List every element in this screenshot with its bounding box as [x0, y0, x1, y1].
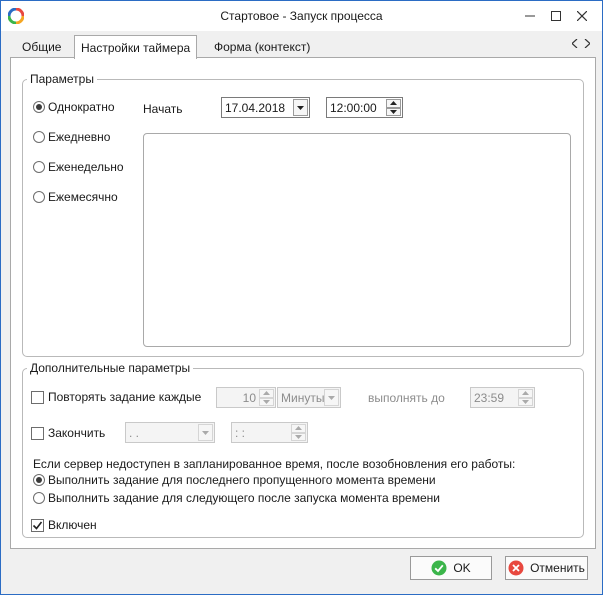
chevron-down-icon	[297, 105, 304, 110]
radio-once-label: Однократно	[48, 100, 115, 114]
run-until-value: 23:59	[474, 391, 505, 405]
schedule-details-area	[143, 133, 571, 347]
radio-last-missed[interactable]: Выполнить задание для последнего пропуще…	[33, 473, 436, 487]
radio-once-dot	[33, 101, 45, 113]
finish-date-field[interactable]: . .	[125, 422, 215, 443]
radio-once[interactable]: Однократно	[33, 100, 115, 114]
finish-label: Закончить	[48, 426, 106, 440]
finish-checkbox[interactable]: Закончить	[31, 426, 105, 440]
start-date-dropdown[interactable]	[293, 99, 308, 116]
spin-up-icon[interactable]	[291, 424, 306, 433]
finish-checkbox-box	[31, 426, 44, 440]
extra-params-group: Дополнительные параметры Повторять задан…	[22, 361, 584, 538]
run-until-field[interactable]: 23:59	[470, 387, 535, 408]
repeat-checkbox[interactable]: Повторять задание каждые	[31, 390, 201, 404]
finish-time-field[interactable]: : :	[231, 422, 308, 443]
chevron-down-icon	[328, 395, 335, 400]
close-icon	[577, 11, 587, 21]
repeat-interval-field[interactable]: 10	[216, 387, 276, 408]
radio-daily[interactable]: Ежедневно	[33, 130, 110, 144]
tab-strip: Общие Настройки таймера Форма (контекст)	[10, 35, 596, 59]
radio-next-after-start-label: Выполнить задание для следующего после з…	[48, 491, 440, 505]
finish-time-spinner[interactable]	[291, 424, 306, 441]
enabled-checkbox[interactable]: Включен	[31, 518, 97, 532]
checkmark-icon	[32, 521, 43, 530]
enabled-label: Включен	[48, 518, 97, 532]
tab-general[interactable]: Общие	[16, 37, 67, 58]
radio-weekly[interactable]: Еженедельно	[33, 160, 124, 174]
spin-up-icon[interactable]	[518, 389, 533, 398]
dialog-window: Стартовое - Запуск процесса Общие Настро…	[0, 0, 603, 595]
repeat-unit-value: Минуты	[281, 391, 325, 405]
check-circle-icon	[431, 560, 447, 576]
repeat-unit-dropdown[interactable]	[324, 389, 339, 406]
title-bar: Стартовое - Запуск процесса	[1, 1, 602, 31]
repeat-checkbox-box	[31, 390, 44, 404]
timer-settings-panel: Параметры Однократно Ежедневно Еженедель…	[10, 57, 596, 549]
repeat-label: Повторять задание каждые	[48, 390, 202, 404]
spin-down-icon[interactable]	[518, 397, 533, 406]
minimize-icon	[525, 15, 535, 17]
radio-daily-label: Ежедневно	[48, 130, 111, 144]
maximize-icon	[551, 11, 561, 21]
maximize-button[interactable]	[544, 5, 568, 27]
extra-params-legend: Дополнительные параметры	[27, 361, 194, 375]
finish-date-value: . .	[129, 426, 140, 440]
spin-down-icon[interactable]	[386, 107, 401, 116]
radio-monthly[interactable]: Ежемесячно	[33, 190, 118, 204]
start-time-spinner[interactable]	[386, 99, 401, 116]
radio-monthly-label: Ежемесячно	[48, 190, 118, 204]
cancel-button[interactable]: Отменить	[505, 556, 588, 580]
start-time-value: 12:00:00	[330, 101, 377, 115]
radio-next-after-start-dot	[33, 492, 45, 504]
radio-weekly-dot	[33, 161, 45, 173]
radio-last-missed-dot	[33, 474, 45, 486]
parameters-group: Параметры Однократно Ежедневно Еженедель…	[22, 72, 584, 357]
close-button[interactable]	[570, 5, 594, 27]
run-until-spinner[interactable]	[518, 389, 533, 406]
run-until-label: выполнять до	[368, 391, 445, 405]
tab-scroll-right-icon[interactable]	[584, 39, 590, 48]
spin-up-icon[interactable]	[386, 99, 401, 108]
spin-down-icon[interactable]	[291, 432, 306, 441]
radio-last-missed-label: Выполнить задание для последнего пропуще…	[48, 473, 436, 487]
start-label: Начать	[143, 102, 183, 116]
start-date-field[interactable]: 17.04.2018	[221, 97, 310, 118]
tab-form-context[interactable]: Форма (контекст)	[208, 37, 316, 58]
repeat-interval-value: 10	[242, 391, 256, 405]
cancel-label: Отменить	[530, 561, 585, 575]
start-time-field[interactable]: 12:00:00	[326, 97, 403, 118]
minimize-button[interactable]	[518, 5, 542, 27]
parameters-legend: Параметры	[27, 72, 97, 86]
repeat-interval-spinner[interactable]	[259, 389, 274, 406]
start-date-value: 17.04.2018	[225, 101, 286, 115]
ok-button[interactable]: OK	[410, 556, 492, 580]
cancel-circle-icon	[508, 560, 524, 576]
ok-label: OK	[453, 561, 471, 575]
radio-weekly-label: Еженедельно	[48, 160, 124, 174]
spin-down-icon[interactable]	[259, 397, 274, 406]
server-unavailable-text: Если сервер недоступен в запланированное…	[33, 457, 516, 471]
tab-scroll-left-icon[interactable]	[572, 39, 578, 48]
tab-timer-settings[interactable]: Настройки таймера	[74, 35, 198, 59]
radio-daily-dot	[33, 131, 45, 143]
tab-scroll-arrows	[572, 39, 590, 48]
window-title: Стартовое - Запуск процесса	[220, 9, 383, 23]
finish-time-value: : :	[235, 426, 246, 440]
radio-next-after-start[interactable]: Выполнить задание для следующего после з…	[33, 491, 440, 505]
chevron-down-icon	[202, 430, 209, 435]
radio-monthly-dot	[33, 191, 45, 203]
enabled-checkbox-box	[31, 518, 44, 532]
repeat-unit-select[interactable]: Минуты	[277, 387, 341, 408]
spin-up-icon[interactable]	[259, 389, 274, 398]
finish-date-dropdown[interactable]	[198, 424, 213, 441]
